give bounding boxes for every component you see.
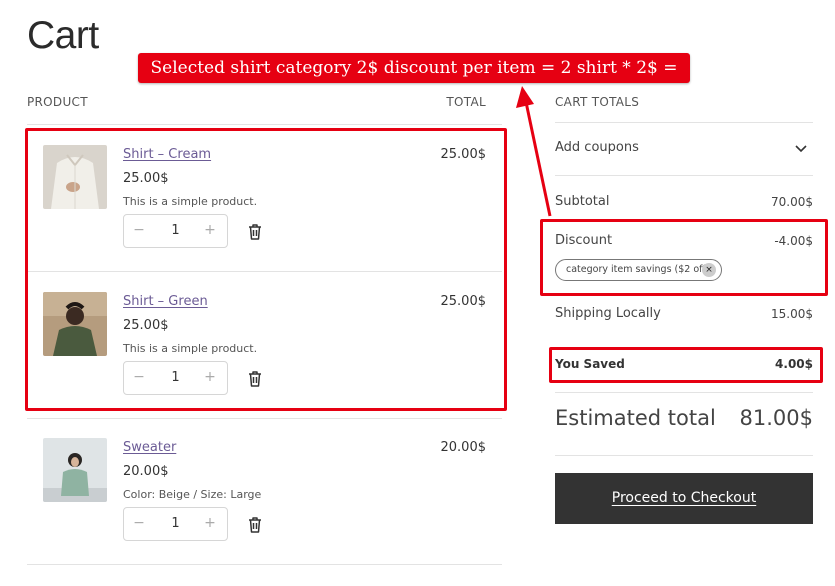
product-name-link[interactable]: Sweater [123, 440, 176, 455]
cart-totals-header: CART TOTALS [555, 95, 640, 109]
shipping-label: Shipping Locally [555, 306, 661, 321]
chevron-down-icon [795, 145, 807, 153]
page-title: Cart [27, 14, 99, 57]
estimated-total-label: Estimated total [555, 406, 716, 430]
add-coupons-label: Add coupons [555, 140, 639, 155]
divider [27, 564, 502, 565]
annotation-banner: Selected shirt category 2$ discount per … [138, 53, 690, 108]
quantity-stepper: − 1 + [123, 507, 228, 541]
discount-highlight-box [540, 219, 828, 296]
shirts-highlight-box [25, 128, 507, 411]
cart-item-sweater: Sweater 20.00$ Color: Beige / Size: Larg… [27, 423, 502, 563]
product-thumbnail[interactable] [43, 438, 107, 502]
divider [555, 455, 813, 456]
add-coupons-toggle[interactable]: Add coupons [555, 130, 813, 168]
divider [555, 175, 813, 176]
divider [27, 124, 502, 125]
line-total: 20.00$ [440, 440, 487, 455]
divider [555, 392, 813, 393]
total-column-header: TOTAL [446, 95, 486, 109]
shipping-value: 15.00$ [771, 307, 813, 321]
trash-icon[interactable] [247, 516, 263, 534]
proceed-to-checkout-button[interactable]: Proceed to Checkout [555, 473, 813, 524]
estimated-total-value: 81.00$ [739, 406, 813, 430]
quantity-increase-button[interactable]: + [200, 515, 220, 531]
saved-highlight-box [549, 347, 823, 383]
subtotal-value: 70.00$ [771, 195, 813, 209]
arrow-annotation-icon [516, 86, 552, 217]
product-column-header: PRODUCT [27, 95, 88, 109]
divider [555, 122, 813, 123]
product-price: 20.00$ [123, 464, 169, 479]
product-description: Color: Beige / Size: Large [123, 488, 262, 501]
subtotal-label: Subtotal [555, 194, 610, 209]
divider [27, 418, 502, 419]
